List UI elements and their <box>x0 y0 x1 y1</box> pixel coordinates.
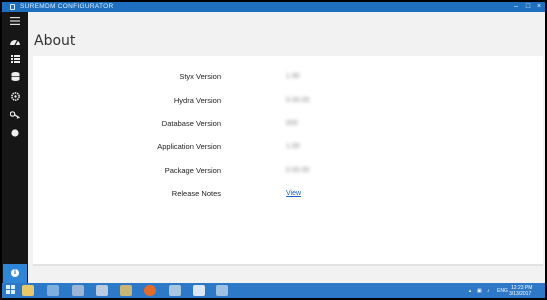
hydra-version-label: Hydra Version <box>173 96 221 105</box>
application-version-row: Application Version 1.00 <box>33 142 543 156</box>
menu-icon[interactable] <box>8 16 22 28</box>
release-notes-row: Release Notes View <box>33 189 543 203</box>
minimize-button[interactable]: – <box>510 2 522 12</box>
application-version-value: 1.00 <box>286 143 300 150</box>
database-version-value: 000 <box>286 120 298 127</box>
remote-desktop-icon[interactable] <box>216 285 228 296</box>
window-title: SUREMDM CONFIGURATOR <box>20 3 114 10</box>
clock-date[interactable]: 3/13/2017 <box>509 291 531 297</box>
release-notes-view-link[interactable]: View <box>286 190 301 197</box>
page-header: About <box>28 12 545 56</box>
taskbar: ▲ ▣ ♪ ENG 12:23 PM 3/13/2017 <box>2 283 545 298</box>
file-explorer-icon[interactable] <box>22 285 34 296</box>
screen: SUREMDM CONFIGURATOR – □ × i About Styx … <box>2 2 545 298</box>
search-icon[interactable] <box>169 285 181 296</box>
application-version-label: Application Version <box>157 142 221 151</box>
styx-version-value: 1.90 <box>286 73 300 80</box>
package-version-value: 0.00.00 <box>286 167 310 174</box>
divider <box>33 264 543 266</box>
language-indicator[interactable]: ENG <box>497 288 508 294</box>
settings-icon[interactable] <box>8 92 22 104</box>
close-button[interactable]: × <box>533 2 545 12</box>
sidebar: i <box>2 12 28 283</box>
start-button[interactable] <box>6 285 15 295</box>
app-icon <box>10 4 15 10</box>
computer-management-icon[interactable] <box>96 285 108 296</box>
styx-version-label: Styx Version <box>179 72 221 81</box>
server-manager-icon[interactable] <box>47 285 59 296</box>
circle-icon[interactable] <box>8 128 22 140</box>
package-version-row: Package Version 0.00.00 <box>33 166 543 180</box>
database-icon[interactable] <box>8 72 22 84</box>
page-title: About <box>34 33 76 49</box>
configurator-taskbar-icon[interactable] <box>193 285 205 296</box>
tools-icon[interactable] <box>120 285 132 296</box>
about-panel: Styx Version 1.90 Hydra Version 0.00.00 … <box>33 56 543 264</box>
title-bar: SUREMDM CONFIGURATOR – □ × <box>2 2 545 12</box>
database-version-row: Database Version 000 <box>33 119 543 133</box>
key-icon[interactable] <box>8 110 22 122</box>
hydra-version-value: 0.00.00 <box>286 97 310 104</box>
volume-icon[interactable]: ♪ <box>487 288 490 294</box>
hydra-version-row: Hydra Version 0.00.00 <box>33 96 543 110</box>
dashboard-icon[interactable] <box>8 36 22 48</box>
firefox-icon[interactable] <box>144 285 156 296</box>
footer-strip <box>28 264 545 283</box>
info-icon: i <box>11 269 19 277</box>
network-icon[interactable]: ▣ <box>477 288 482 294</box>
database-version-label: Database Version <box>161 119 221 128</box>
styx-version-row: Styx Version 1.90 <box>33 72 543 86</box>
tray-arrow-icon[interactable]: ▲ <box>468 288 472 294</box>
package-version-label: Package Version <box>164 166 221 175</box>
release-notes-label: Release Notes <box>171 189 221 198</box>
sidebar-item-about[interactable]: i <box>3 264 27 283</box>
powershell-icon[interactable] <box>72 285 84 296</box>
list-icon[interactable] <box>8 54 22 66</box>
